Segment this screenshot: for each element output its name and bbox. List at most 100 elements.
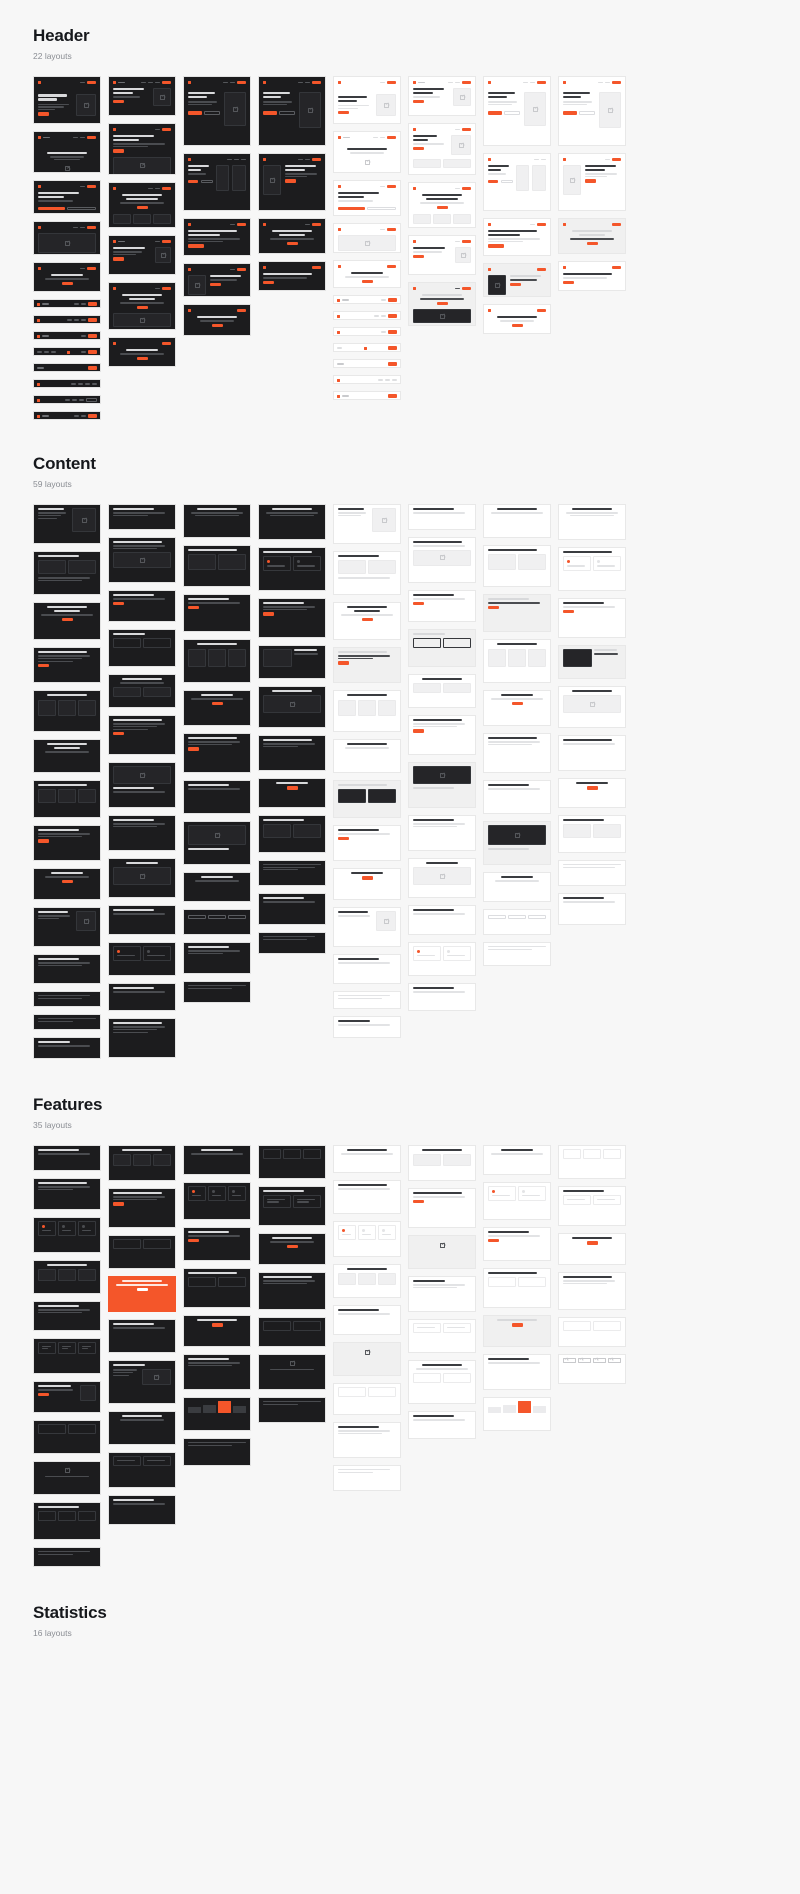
thumbnail-card[interactable] [408, 983, 476, 1011]
thumbnail-card[interactable] [483, 594, 551, 632]
thumbnail-card[interactable] [258, 1186, 326, 1226]
thumbnail-card[interactable] [483, 1315, 551, 1347]
thumbnail-card[interactable] [258, 1272, 326, 1310]
thumbnail-card[interactable] [183, 1354, 251, 1390]
thumbnail-card[interactable] [33, 780, 101, 818]
thumbnail-card[interactable] [408, 1235, 476, 1269]
thumbnail-card[interactable] [558, 1186, 626, 1226]
thumbnail-card[interactable] [483, 545, 551, 587]
thumbnail-card[interactable] [33, 347, 101, 356]
thumbnail-card[interactable] [333, 311, 401, 320]
thumbnail-card[interactable] [483, 1354, 551, 1390]
thumbnail-card[interactable] [558, 686, 626, 728]
thumbnail-card[interactable] [33, 331, 101, 340]
thumbnail-card[interactable] [258, 860, 326, 886]
thumbnail-card[interactable] [258, 893, 326, 925]
thumbnail-card[interactable] [258, 598, 326, 638]
thumbnail-card[interactable] [558, 893, 626, 925]
thumbnail-card[interactable] [408, 905, 476, 935]
thumbnail-card[interactable] [33, 1502, 101, 1540]
thumbnail-card[interactable] [483, 1268, 551, 1308]
thumbnail-card[interactable] [33, 379, 101, 388]
thumbnail-card[interactable] [333, 954, 401, 984]
thumbnail-card[interactable] [333, 1342, 401, 1376]
thumbnail-card[interactable] [33, 1260, 101, 1294]
thumbnail-card[interactable] [183, 981, 251, 1003]
thumbnail-card[interactable] [183, 1227, 251, 1261]
thumbnail-card[interactable] [558, 860, 626, 886]
thumbnail-card[interactable] [183, 594, 251, 632]
thumbnail-card[interactable] [33, 411, 101, 420]
thumbnail-card[interactable] [258, 778, 326, 808]
thumbnail-card[interactable] [408, 590, 476, 622]
thumbnail-card[interactable] [483, 304, 551, 334]
thumbnail-card[interactable] [33, 1381, 101, 1413]
thumbnail-card[interactable] [333, 295, 401, 304]
thumbnail-card[interactable] [258, 153, 326, 211]
thumbnail-card[interactable] [558, 645, 626, 679]
thumbnail-card[interactable] [558, 735, 626, 771]
thumbnail-card[interactable] [258, 261, 326, 291]
thumbnail-card[interactable] [558, 153, 626, 211]
thumbnail-card[interactable] [483, 1227, 551, 1261]
thumbnail-card[interactable] [333, 1180, 401, 1214]
thumbnail-card[interactable] [408, 282, 476, 326]
thumbnail-card[interactable] [108, 1018, 176, 1058]
thumbnail-card[interactable] [408, 1188, 476, 1228]
thumbnail-card[interactable] [408, 674, 476, 708]
thumbnail-card[interactable] [108, 762, 176, 808]
thumbnail-card[interactable] [33, 131, 101, 173]
thumbnail-card[interactable] [183, 909, 251, 935]
thumbnail-card[interactable] [483, 780, 551, 814]
thumbnail-card[interactable] [408, 123, 476, 175]
thumbnail-card[interactable] [108, 76, 176, 116]
thumbnail-card[interactable] [408, 942, 476, 976]
thumbnail-card[interactable] [483, 872, 551, 902]
thumbnail-card[interactable] [408, 504, 476, 530]
thumbnail-card[interactable] [33, 1461, 101, 1495]
thumbnail-card[interactable] [33, 739, 101, 773]
thumbnail-card[interactable] [33, 1301, 101, 1331]
thumbnail-card[interactable] [108, 1452, 176, 1488]
thumbnail-card[interactable] [33, 363, 101, 372]
thumbnail-card[interactable] [408, 1411, 476, 1439]
thumbnail-card[interactable] [483, 1397, 551, 1431]
thumbnail-card[interactable] [333, 260, 401, 288]
thumbnail-card[interactable] [183, 304, 251, 336]
thumbnail-card[interactable] [258, 1354, 326, 1390]
thumbnail-card[interactable] [33, 299, 101, 308]
thumbnail-card[interactable] [183, 639, 251, 683]
thumbnail-card[interactable] [108, 983, 176, 1011]
thumbnail-card[interactable] [333, 868, 401, 900]
thumbnail-card[interactable] [558, 1145, 626, 1179]
thumbnail-card[interactable] [183, 1397, 251, 1431]
thumbnail-card[interactable] [483, 942, 551, 966]
thumbnail-card[interactable] [333, 375, 401, 384]
thumbnail-card[interactable] [333, 690, 401, 732]
thumbnail-card[interactable] [108, 182, 176, 228]
thumbnail-card[interactable] [558, 76, 626, 146]
thumbnail-card[interactable] [333, 131, 401, 173]
thumbnail-card[interactable] [408, 235, 476, 275]
thumbnail-card[interactable] [333, 1305, 401, 1335]
thumbnail-card[interactable] [333, 602, 401, 640]
thumbnail-card[interactable] [258, 735, 326, 771]
thumbnail-card[interactable] [408, 537, 476, 583]
thumbnail-card[interactable] [183, 821, 251, 865]
thumbnail-card[interactable] [183, 690, 251, 726]
thumbnail-card[interactable] [333, 1422, 401, 1458]
thumbnail-card[interactable] [408, 858, 476, 898]
thumbnail-card[interactable] [183, 504, 251, 538]
thumbnail-card[interactable] [258, 932, 326, 954]
thumbnail-card[interactable] [483, 218, 551, 256]
thumbnail-card[interactable] [333, 504, 401, 544]
thumbnail-card[interactable] [33, 907, 101, 947]
thumbnail-card[interactable] [558, 778, 626, 808]
thumbnail-card[interactable] [33, 76, 101, 124]
thumbnail-card[interactable] [33, 1217, 101, 1253]
thumbnail-card[interactable] [558, 1317, 626, 1347]
thumbnail-card[interactable] [108, 1411, 176, 1445]
thumbnail-card[interactable] [33, 1014, 101, 1030]
thumbnail-card[interactable] [33, 262, 101, 292]
thumbnail-card[interactable] [33, 551, 101, 595]
